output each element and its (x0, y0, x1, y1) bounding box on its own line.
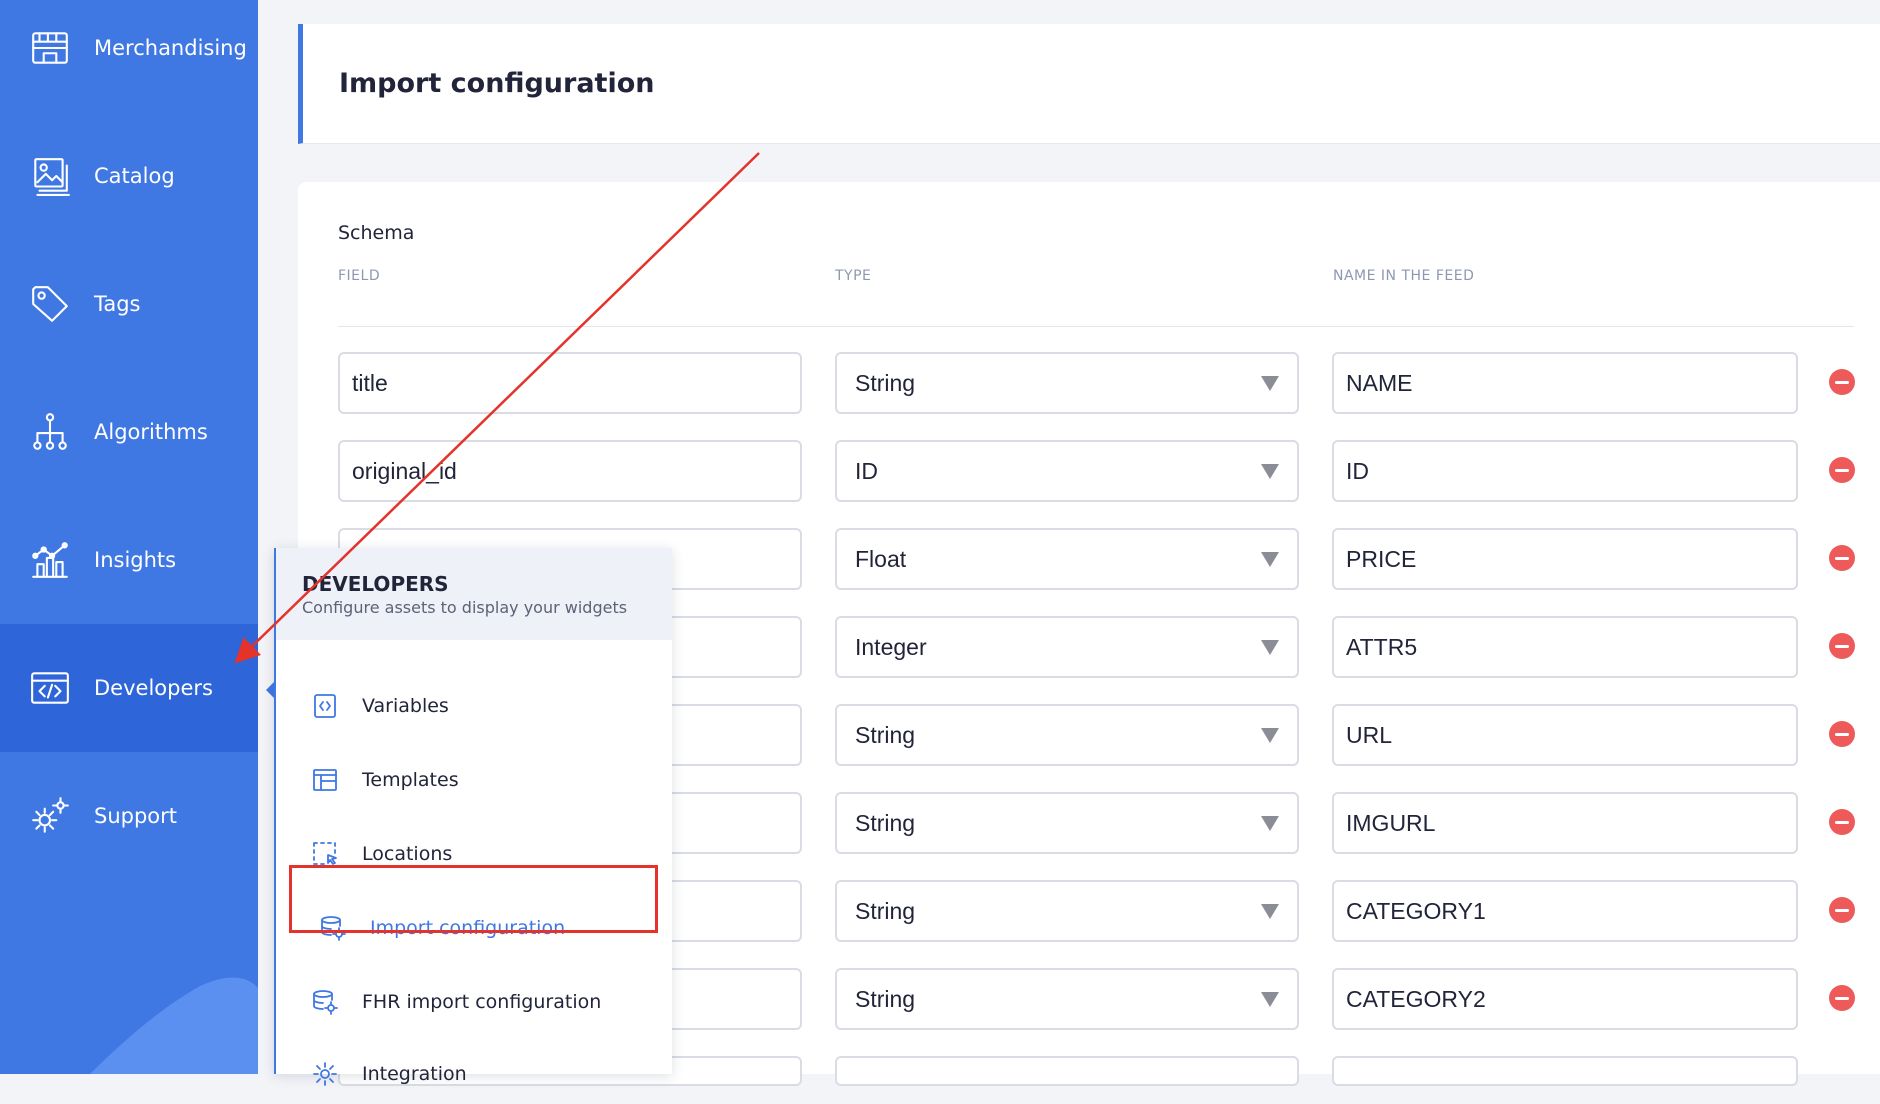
sidebar-item-label: Catalog (94, 164, 175, 188)
flyout-item-label: Templates (362, 769, 459, 791)
field-input[interactable]: original_id (338, 440, 802, 502)
template-icon (310, 765, 340, 795)
remove-row-button[interactable] (1829, 721, 1855, 747)
flyout-item-integration[interactable]: Integration (276, 1044, 672, 1104)
type-value: String (855, 721, 916, 748)
feed-name-input[interactable]: ID (1332, 440, 1798, 502)
field-input[interactable]: title (338, 352, 802, 414)
column-header-name: NAME IN THE FEED (1333, 268, 1475, 284)
gears-icon (28, 794, 72, 838)
remove-row-button[interactable] (1829, 457, 1855, 483)
flyout-item-label: Locations (362, 843, 453, 865)
page-header: Import configuration (298, 24, 1880, 144)
dropdown-arrow-icon (1261, 904, 1279, 919)
sidebar: Merchandising Catalog Tags Algorithms In… (0, 0, 258, 1074)
sidebar-item-label: Insights (94, 548, 177, 572)
sidebar-item-merchandising[interactable]: Merchandising (0, 0, 258, 112)
remove-row-button[interactable] (1829, 545, 1855, 571)
type-value: Float (855, 545, 907, 572)
dropdown-arrow-icon (1261, 552, 1279, 567)
type-select[interactable]: String (835, 352, 1299, 414)
flyout-item-label: Integration (362, 1063, 467, 1085)
annotation-highlight-box (289, 865, 658, 933)
algorithm-tree-icon (28, 410, 72, 454)
remove-row-button[interactable] (1829, 369, 1855, 395)
gear-icon (310, 1059, 340, 1089)
remove-row-button[interactable] (1829, 985, 1855, 1011)
sidebar-item-algorithms[interactable]: Algorithms (0, 368, 258, 496)
sidebar-item-label: Algorithms (94, 420, 208, 444)
type-select[interactable]: String (835, 880, 1299, 942)
feed-name-input[interactable]: NAME (1332, 352, 1798, 414)
sidebar-item-developers[interactable]: Developers (0, 624, 258, 752)
type-select[interactable]: String (835, 792, 1299, 854)
sidebar-item-support[interactable]: Support (0, 752, 258, 880)
dropdown-arrow-icon (1261, 640, 1279, 655)
sidebar-item-label: Developers (94, 676, 213, 700)
type-select[interactable]: String (835, 704, 1299, 766)
type-value: String (855, 985, 916, 1012)
dropdown-arrow-icon (1261, 464, 1279, 479)
header-divider (338, 326, 1854, 327)
feed-name-input[interactable]: IMGURL (1332, 792, 1798, 854)
remove-row-button[interactable] (1829, 633, 1855, 659)
schema-label: Schema (338, 222, 415, 244)
chart-icon (28, 538, 72, 582)
feed-name-input[interactable] (1332, 1056, 1798, 1086)
dropdown-arrow-icon (1261, 376, 1279, 391)
flyout-header: DEVELOPERS Configure assets to display y… (276, 548, 672, 640)
sidebar-item-label: Tags (94, 292, 141, 316)
developers-flyout-menu: DEVELOPERS Configure assets to display y… (274, 548, 672, 1086)
flyout-item-fhr-import-configuration[interactable]: FHR import configuration (276, 972, 672, 1032)
type-value: ID (855, 457, 878, 484)
sidebar-item-tags[interactable]: Tags (0, 240, 258, 368)
type-select[interactable] (835, 1056, 1299, 1086)
storefront-icon (28, 26, 72, 70)
database-gear-icon (310, 987, 340, 1017)
remove-row-button[interactable] (1829, 809, 1855, 835)
column-header-type: TYPE (835, 268, 872, 284)
sidebar-item-label: Merchandising (94, 36, 247, 60)
column-header-field: FIELD (338, 268, 381, 284)
catalog-icon (28, 154, 72, 198)
sidebar-item-insights[interactable]: Insights (0, 496, 258, 624)
type-select[interactable]: String (835, 968, 1299, 1030)
type-value: String (855, 809, 916, 836)
dropdown-arrow-icon (1261, 816, 1279, 831)
feed-name-input[interactable]: PRICE (1332, 528, 1798, 590)
flyout-item-label: FHR import configuration (362, 991, 602, 1013)
page-title: Import configuration (339, 68, 655, 99)
dropdown-arrow-icon (1261, 992, 1279, 1007)
type-select[interactable]: Float (835, 528, 1299, 590)
variables-icon (310, 691, 340, 721)
feed-name-input[interactable]: URL (1332, 704, 1798, 766)
sidebar-item-label: Support (94, 804, 178, 828)
tag-icon (28, 282, 72, 326)
dropdown-arrow-icon (1261, 728, 1279, 743)
feed-name-input[interactable]: CATEGORY1 (1332, 880, 1798, 942)
feed-name-input[interactable]: CATEGORY2 (1332, 968, 1798, 1030)
type-value: String (855, 897, 916, 924)
type-select[interactable]: ID (835, 440, 1299, 502)
sidebar-decoration (90, 977, 258, 1074)
type-value: Integer (855, 633, 927, 660)
code-icon (28, 666, 72, 710)
flyout-item-label: Variables (362, 695, 449, 717)
sidebar-item-catalog[interactable]: Catalog (0, 112, 258, 240)
flyout-item-templates[interactable]: Templates (276, 750, 672, 810)
remove-row-button[interactable] (1829, 897, 1855, 923)
flyout-title: DEVELOPERS (302, 572, 449, 596)
feed-name-input[interactable]: ATTR5 (1332, 616, 1798, 678)
flyout-item-variables[interactable]: Variables (276, 676, 672, 736)
type-value: String (855, 369, 916, 396)
flyout-subtitle: Configure assets to display your widgets (302, 598, 628, 617)
type-select[interactable]: Integer (835, 616, 1299, 678)
